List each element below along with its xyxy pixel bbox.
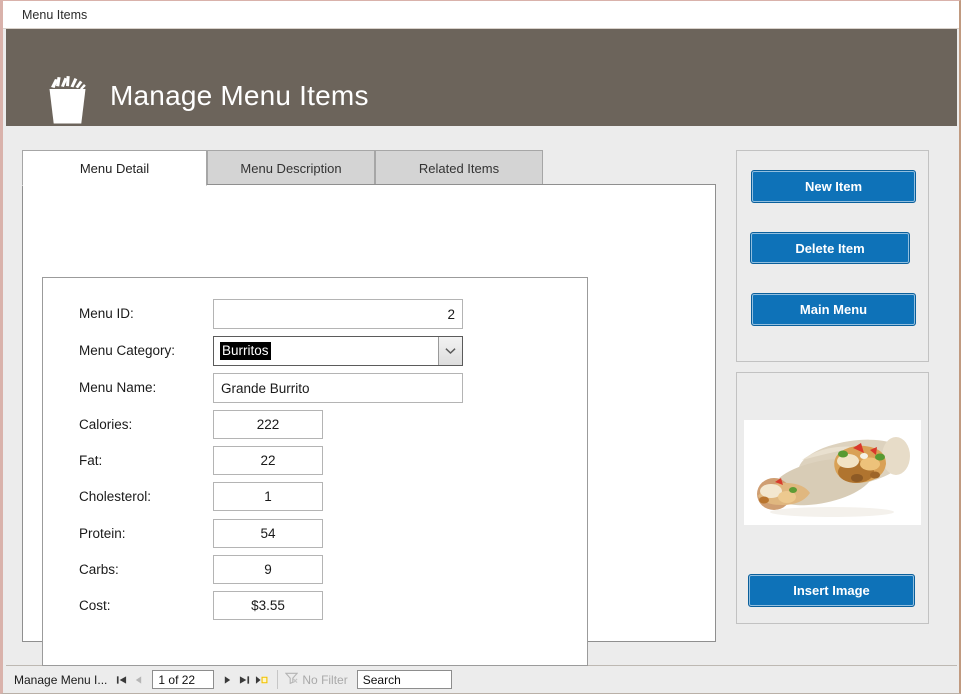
protein-label: Protein: xyxy=(79,526,126,541)
tab-label: Menu Description xyxy=(240,160,342,176)
filter-status-label: No Filter xyxy=(302,672,348,687)
form-canvas: Menu Detail Menu Description Related Ite… xyxy=(6,126,957,666)
field-row-carbs: Carbs: 9 xyxy=(43,555,587,585)
page-title: Manage Menu Items xyxy=(110,80,369,111)
current-record-input[interactable]: 1 of 22 xyxy=(152,670,215,689)
chevron-down-icon[interactable] xyxy=(438,337,462,365)
new-record-button[interactable] xyxy=(253,670,270,689)
field-row-cost: Cost: $3.55 xyxy=(43,591,587,621)
main-menu-label: Main Menu xyxy=(799,302,868,317)
document-tab-label: Menu Items xyxy=(22,7,88,22)
french-fries-icon xyxy=(44,73,91,125)
next-record-button[interactable] xyxy=(219,670,236,689)
search-placeholder: Search xyxy=(362,672,401,687)
menu-id-value: 2 xyxy=(447,306,455,322)
tab-page-menu-detail: Menu ID: 2 Menu Category: Burritos Menu … xyxy=(22,184,716,666)
tab-menu-detail[interactable]: Menu Detail xyxy=(22,150,207,186)
main-menu-button[interactable]: Main Menu xyxy=(751,293,916,326)
calories-label: Calories: xyxy=(79,417,133,432)
new-item-button[interactable]: New Item xyxy=(751,170,916,203)
form-header-banner: Manage Menu Items xyxy=(6,29,957,126)
menu-name-value: Grande Burrito xyxy=(221,380,310,396)
protein-value: 54 xyxy=(260,526,276,541)
field-row-calories: Calories: 222 xyxy=(43,410,587,440)
current-record-value: 1 of 22 xyxy=(158,672,196,687)
protein-input[interactable]: 54 xyxy=(213,519,323,548)
new-item-label: New Item xyxy=(804,179,863,194)
status-separator xyxy=(277,670,279,689)
document-tab-menu-items[interactable]: Menu Items xyxy=(12,1,98,28)
fat-input[interactable]: 22 xyxy=(213,446,323,475)
tab-related-items[interactable]: Related Items xyxy=(375,150,543,185)
cholesterol-value: 1 xyxy=(264,489,272,504)
image-panel: Insert Image xyxy=(736,372,929,624)
carbs-value: 9 xyxy=(264,562,272,577)
menu-detail-group-box: Menu ID: 2 Menu Category: Burritos Menu … xyxy=(42,277,588,666)
cholesterol-label: Cholesterol: xyxy=(79,489,152,504)
field-row-fat: Fat: 22 xyxy=(43,446,587,476)
fat-label: Fat: xyxy=(79,453,103,468)
cost-label: Cost: xyxy=(79,598,111,613)
calories-input[interactable]: 222 xyxy=(213,410,323,439)
menu-id-label: Menu ID: xyxy=(79,306,134,321)
cholesterol-input[interactable]: 1 xyxy=(213,482,323,511)
tab-control: Menu Detail Menu Description Related Ite… xyxy=(22,150,716,666)
menu-id-input[interactable]: 2 xyxy=(213,299,463,329)
calories-value: 222 xyxy=(256,417,280,432)
access-form-window: Menu Items Manage Menu Items Menu Detail… xyxy=(0,0,961,694)
field-row-menu-name: Menu Name: Grande Burrito xyxy=(43,373,587,403)
menu-category-label: Menu Category: xyxy=(79,343,176,358)
action-button-panel: New Item Delete Item Main Menu xyxy=(736,150,929,362)
menu-category-value: Burritos xyxy=(220,342,271,360)
menu-item-photo xyxy=(744,420,921,525)
cost-value: $3.55 xyxy=(251,598,285,613)
filter-status-button[interactable]: No Filter xyxy=(285,672,348,687)
menu-category-combobox[interactable]: Burritos xyxy=(213,336,463,366)
tab-label: Related Items xyxy=(418,160,500,176)
field-row-menu-category: Menu Category: Burritos xyxy=(43,336,587,366)
field-row-menu-id: Menu ID: 2 xyxy=(43,299,587,329)
tab-menu-description[interactable]: Menu Description xyxy=(207,150,375,185)
form-object-name: Manage Menu I... xyxy=(14,672,108,687)
insert-image-label: Insert Image xyxy=(793,583,870,598)
previous-record-button[interactable] xyxy=(130,670,147,689)
search-input[interactable]: Search xyxy=(356,670,452,689)
field-row-cholesterol: Cholesterol: 1 xyxy=(43,482,587,512)
filter-funnel-icon xyxy=(285,672,299,687)
cost-input[interactable]: $3.55 xyxy=(213,591,323,620)
tab-strip: Menu Detail Menu Description Related Ite… xyxy=(22,150,716,186)
tab-label: Menu Detail xyxy=(79,160,150,176)
fat-value: 22 xyxy=(260,453,276,468)
last-record-button[interactable] xyxy=(236,670,253,689)
first-record-button[interactable] xyxy=(113,670,130,689)
carbs-label: Carbs: xyxy=(79,562,119,577)
record-navigation-bar: Manage Menu I... 1 of 22 No Filter Searc… xyxy=(6,665,957,693)
delete-item-button[interactable]: Delete Item xyxy=(750,232,910,264)
carbs-input[interactable]: 9 xyxy=(213,555,323,584)
field-row-protein: Protein: 54 xyxy=(43,519,587,549)
insert-image-button[interactable]: Insert Image xyxy=(748,574,915,607)
document-tab-bar: Menu Items xyxy=(3,1,959,29)
menu-name-input[interactable]: Grande Burrito xyxy=(213,373,463,403)
menu-name-label: Menu Name: xyxy=(79,380,157,395)
delete-item-label: Delete Item xyxy=(795,240,865,256)
